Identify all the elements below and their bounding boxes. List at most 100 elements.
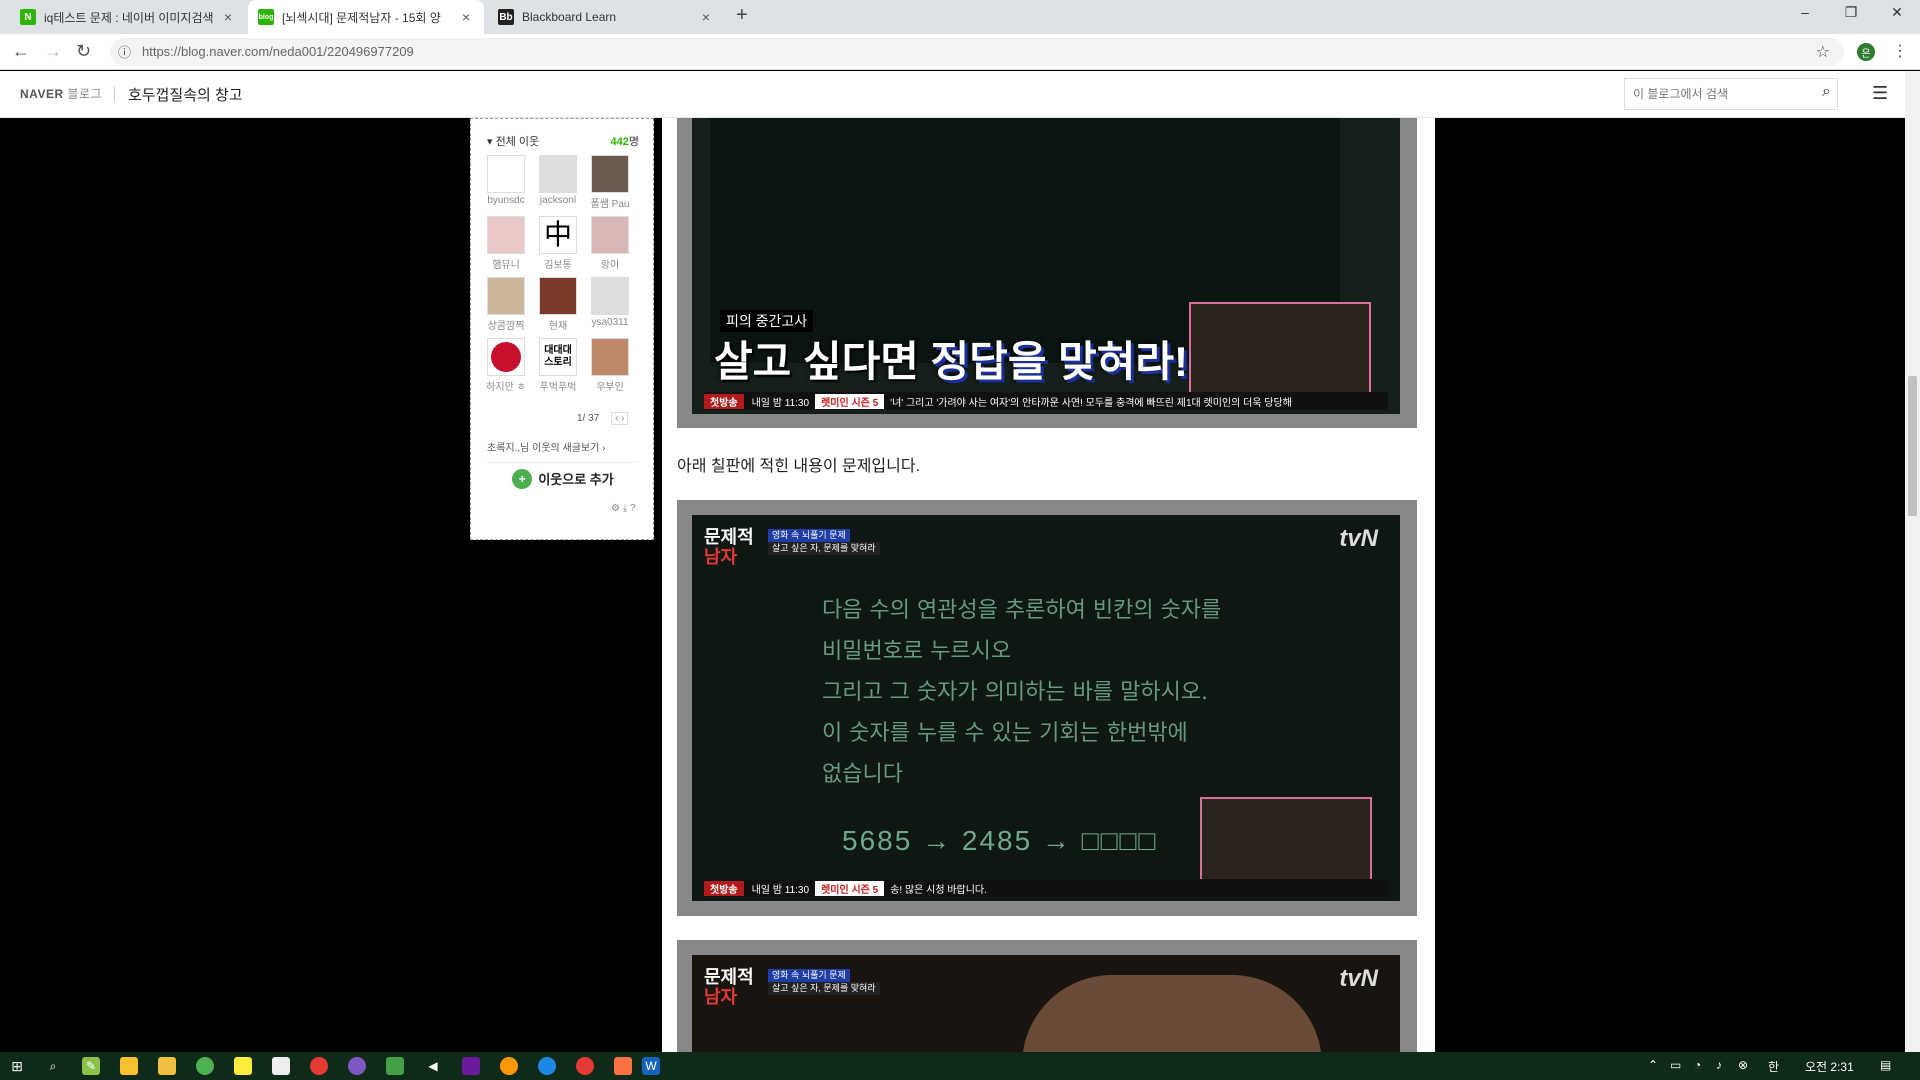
restore-icon[interactable]: ❐: [1836, 4, 1866, 21]
blog-search-input[interactable]: [1633, 85, 1803, 103]
neighbor-item[interactable]: jacksonl: [537, 155, 579, 206]
search-icon[interactable]: ⌕: [44, 1057, 62, 1075]
page-arrows-icon[interactable]: ‹ ›: [611, 412, 629, 425]
post-image-3[interactable]: 문제적 남자 영화 속 뇌풀기 문제 살고 싶은 자, 문제를 맞혀라 tvN: [677, 940, 1417, 1065]
browser-toolbar: ← → ↻ ⓘ https://blog.naver.com/neda001/2…: [0, 34, 1920, 70]
page-scrollbar[interactable]: [1905, 71, 1920, 1052]
wifi-icon[interactable]: ◔: [1694, 1058, 1701, 1072]
tab-iq-test[interactable]: N iq테스트 문제 : 네이버 이미지검색 ×: [10, 0, 246, 34]
neighbor-item[interactable]: 상콤깜찍: [485, 277, 527, 332]
ticker-text: 송! 많은 시청 바랍니다.: [890, 884, 987, 896]
person-avatar: [591, 155, 629, 193]
chrome-icon[interactable]: [196, 1057, 214, 1075]
post-caption: 아래 칠판에 적힌 내용이 문제입니다.: [677, 458, 921, 475]
main-caption-a: 살고 싶다면: [714, 338, 931, 385]
tray-chevron-icon[interactable]: ⌃: [1648, 1058, 1658, 1072]
badge-b: 살고 싶은 자, 문제를 맞혀라: [768, 542, 880, 555]
lg-logo-avatar: [487, 338, 525, 376]
post-image-1[interactable]: 피의 중간고사 살고 싶다면 정답을 맞혀라! 첫방송 내일 밤 11:30 렛…: [677, 118, 1417, 428]
info-icon[interactable]: ⓘ: [118, 42, 131, 61]
reload-icon[interactable]: ↻: [76, 41, 91, 62]
calculator-icon[interactable]: [272, 1057, 290, 1075]
blender-icon[interactable]: [500, 1057, 518, 1075]
neighbor-name: 폴쌤 Pau: [590, 199, 630, 210]
search-icon[interactable]: ⌕: [1822, 83, 1831, 101]
bookmark-star-icon[interactable]: ☆: [1816, 42, 1830, 62]
close-tab-icon[interactable]: ×: [458, 9, 474, 25]
neighbor-name: 랑이: [600, 260, 620, 271]
board-line: 그리고 그 숫자가 의미하는 바를 말하시오.: [822, 680, 1209, 705]
neighbor-item[interactable]: 랑이: [589, 216, 631, 271]
browser-tabstrip: N iq테스트 문제 : 네이버 이미지검색 × blog [뇌섹시대] 문제적…: [0, 0, 1920, 34]
new-tab-icon[interactable]: +: [736, 4, 748, 27]
app-icon[interactable]: [538, 1057, 556, 1075]
neighbors-new-posts-link[interactable]: 초록지.,님 이웃의 새글보기 ›: [487, 439, 605, 454]
neighbor-item[interactable]: byunsdc: [485, 155, 527, 206]
android-studio-icon[interactable]: [386, 1057, 404, 1075]
widget-settings-icon[interactable]: ⚙ ⤓ ?: [611, 503, 636, 514]
media-app-icon[interactable]: [310, 1057, 328, 1075]
blog-title[interactable]: 호두껍질속의 창고: [128, 84, 243, 105]
url-text[interactable]: https://blog.naver.com/neda001/220496977…: [142, 44, 414, 59]
neighbor-item[interactable]: 폴쌤 Pau: [589, 155, 631, 210]
action-center-icon[interactable]: ▤: [1880, 1058, 1891, 1072]
neighbor-item[interactable]: 中 김보통: [537, 216, 579, 271]
person-avatar: [591, 216, 629, 254]
neighbor-item[interactable]: 햄뮤니: [485, 216, 527, 271]
address-bar[interactable]: ⓘ https://blog.naver.com/neda001/2204969…: [110, 38, 1844, 66]
notification-off-icon[interactable]: ⊗: [1738, 1058, 1748, 1072]
neighbors-header[interactable]: ▾ 전체 이웃: [487, 133, 539, 149]
tab-blog-post[interactable]: blog [뇌섹시대] 문제적남자 - 15회 양 ×: [248, 0, 484, 34]
forward-icon[interactable]: →: [44, 41, 62, 62]
windows-start-icon[interactable]: ⊞: [8, 1057, 26, 1075]
word-icon[interactable]: W: [642, 1057, 660, 1075]
volume-icon[interactable]: ♪: [1716, 1058, 1722, 1072]
back-icon[interactable]: ←: [12, 41, 30, 62]
naver-blog-logo[interactable]: NAVER 블로그: [20, 85, 102, 102]
pen-app-icon[interactable]: ✎: [82, 1057, 100, 1075]
browser-menu-icon[interactable]: ⋮: [1892, 41, 1908, 61]
chalkboard-equation: 5685 → 2485 → □□□□: [842, 825, 1158, 856]
sticky-notes-icon[interactable]: [120, 1057, 138, 1075]
blackboard-favicon-icon: Bb: [498, 9, 514, 25]
add-neighbor-button[interactable]: + 이웃으로 추가: [487, 462, 639, 494]
main-caption: 살고 싶다면 정답을 맞혀라!: [714, 328, 1188, 389]
app-icon[interactable]: [348, 1057, 366, 1075]
clock[interactable]: 오전 2:31: [1805, 1058, 1854, 1075]
minimize-icon[interactable]: –: [1790, 4, 1820, 20]
ticker-time: 내일 밤 11:30: [751, 397, 810, 409]
blog-header: NAVER 블로그 호두껍질속의 창고 ⌕ ☰: [0, 71, 1905, 118]
app-icon[interactable]: [576, 1057, 594, 1075]
chalkboard-text: 다음 수의 연관성을 추론하여 빈칸의 숫자를 비밀번호로 누르시오 그리고 그…: [822, 590, 1302, 795]
menu-icon[interactable]: ☰: [1872, 83, 1888, 104]
kakaotalk-icon[interactable]: [234, 1057, 252, 1075]
windows-taskbar: ⊞ ⌕ ✎ ◀ W ⌃ ▭ ◔ ♪ ⊗ 한 오전 2:31 ▤: [0, 1052, 1920, 1080]
show-logo-a: 문제적: [704, 967, 754, 987]
neighbor-item[interactable]: 하지만 ㅎ: [485, 338, 527, 393]
close-tab-icon[interactable]: ×: [220, 9, 236, 25]
app-icon[interactable]: [614, 1057, 632, 1075]
ime-icon[interactable]: 한: [1768, 1058, 1779, 1075]
naver-favicon-icon: N: [20, 9, 36, 25]
battery-icon[interactable]: ▭: [1670, 1058, 1681, 1072]
file-explorer-icon[interactable]: [158, 1057, 176, 1075]
speaker-app-icon[interactable]: ◀: [424, 1057, 442, 1075]
post-image-2[interactable]: 문제적 남자 영화 속 뇌풀기 문제 살고 싶은 자, 문제를 맞혀라 tvN 다음…: [677, 500, 1417, 916]
profile-avatar[interactable]: 은: [1857, 43, 1875, 61]
neighbor-item[interactable]: 현재: [537, 277, 579, 332]
close-window-icon[interactable]: ✕: [1882, 4, 1912, 21]
scrollbar-thumb[interactable]: [1908, 376, 1917, 516]
neighbors-count: 442명: [611, 133, 639, 149]
neighbors-count-unit: 명: [628, 136, 639, 148]
episode-badge: 영화 속 뇌풀기 문제 살고 싶은 자, 문제를 맞혀라: [768, 969, 880, 995]
neighbor-name: ysa0311: [591, 317, 629, 328]
neighbor-item[interactable]: 대대대 스토리 푸벅푸벅: [537, 338, 579, 393]
neighbor-name: 상콤깜찍: [487, 321, 525, 332]
neighbor-name: 햄뮤니: [492, 260, 520, 271]
tab-blackboard[interactable]: Bb Blackboard Learn ×: [488, 0, 724, 34]
show-logo: 문제적 남자: [704, 527, 756, 567]
neighbor-item[interactable]: ysa0311: [589, 277, 631, 328]
visual-studio-icon[interactable]: [462, 1057, 480, 1075]
neighbor-item[interactable]: 우부인: [589, 338, 631, 393]
close-tab-icon[interactable]: ×: [698, 9, 714, 25]
